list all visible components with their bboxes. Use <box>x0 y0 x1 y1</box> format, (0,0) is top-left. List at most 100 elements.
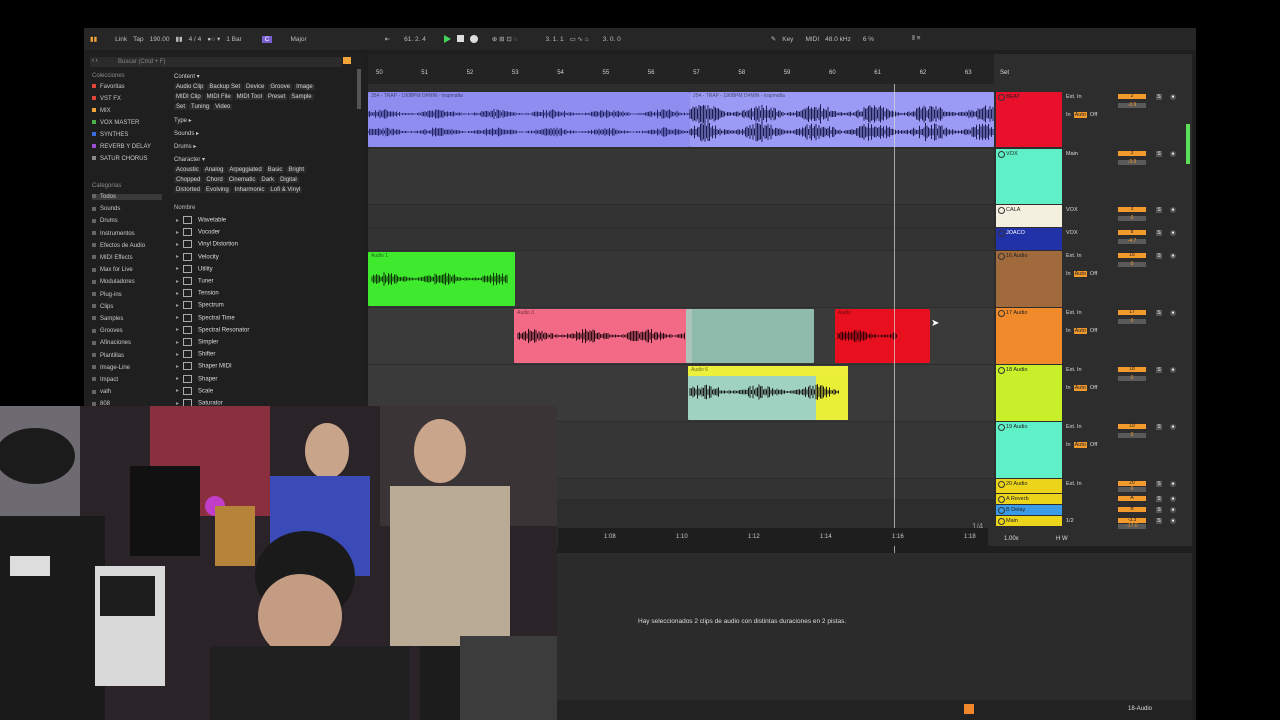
device-item[interactable]: ▸ Utility <box>176 264 213 273</box>
category-item[interactable]: Plug-ins <box>92 292 122 298</box>
arm-button[interactable]: ● <box>1170 367 1176 373</box>
solo-button[interactable]: S <box>1156 424 1162 430</box>
overdub-icon[interactable]: ⊕ ⊞ ⊡ ◌ <box>492 35 518 43</box>
arm-button[interactable]: ● <box>1170 424 1176 430</box>
category-item[interactable]: Grooves <box>92 328 123 334</box>
key-map-button[interactable]: Key <box>782 36 793 43</box>
category-item[interactable]: Efectos de Audio <box>92 243 145 249</box>
play-button[interactable] <box>443 35 451 43</box>
input-select[interactable]: Ext. In <box>1066 424 1082 430</box>
filter-tag[interactable]: Digital <box>278 177 299 183</box>
category-item[interactable]: MIDI Effects <box>92 255 133 261</box>
solo-button[interactable]: S <box>1156 230 1162 236</box>
collection-item[interactable]: Favoritas <box>92 84 125 90</box>
volume-field[interactable]: 17 <box>1118 310 1146 315</box>
category-item[interactable]: Clips <box>92 304 113 310</box>
arm-button[interactable]: ● <box>1170 207 1176 213</box>
collection-item[interactable]: MIX <box>92 108 111 114</box>
input-select[interactable]: Ext. In <box>1066 367 1082 373</box>
monitor-switch[interactable]: In Auto Off <box>1066 112 1097 118</box>
track-header[interactable]: CALA <box>996 205 1062 227</box>
expand-icon[interactable]: ▸ <box>176 388 179 394</box>
track-activator-icon[interactable] <box>998 310 1005 317</box>
volume-field[interactable]: 3 <box>1118 207 1146 212</box>
sounds-filter[interactable]: Sounds ▸ <box>174 130 199 137</box>
loop-length-field[interactable]: 3. 0. 0 <box>603 36 621 43</box>
track-header[interactable]: BEAT <box>996 92 1062 147</box>
volume-field[interactable]: 3 <box>1118 151 1146 156</box>
solo-button[interactable]: S <box>1156 253 1162 259</box>
track-activator-icon[interactable] <box>998 253 1005 260</box>
track-header[interactable]: JOACO <box>996 228 1062 250</box>
signature-field[interactable]: 4 / 4 <box>189 36 202 43</box>
metronome-icon[interactable]: ▮▮ <box>175 35 182 43</box>
volume-field[interactable]: 19 <box>1118 424 1146 429</box>
browser-scrollbar[interactable] <box>357 69 361 109</box>
character-tags-row2[interactable]: Chopped Chord Cinematic Dark Digital <box>174 177 301 183</box>
input-select[interactable]: Ext. In <box>1066 94 1082 100</box>
collection-item[interactable]: VOX MASTER <box>92 120 139 126</box>
track-activator-icon[interactable] <box>998 230 1005 237</box>
zoom-level[interactable]: 1.00x <box>1004 536 1019 542</box>
arm-button[interactable]: ● <box>1170 518 1176 524</box>
arm-button[interactable]: ● <box>1170 310 1176 316</box>
expand-icon[interactable]: ▸ <box>176 315 179 321</box>
filter-tag[interactable]: Bright <box>286 167 307 173</box>
filter-tag[interactable]: Cinematic <box>226 177 258 183</box>
track-activator-icon[interactable] <box>998 207 1005 214</box>
category-item[interactable]: Moduladores <box>92 279 135 285</box>
category-item[interactable]: Drums <box>92 218 118 224</box>
filter-tag[interactable]: Set <box>174 104 188 110</box>
track-activator-icon[interactable] <box>998 424 1005 431</box>
solo-button[interactable]: S <box>1156 496 1162 502</box>
device-item[interactable]: ▸ Spectrum <box>176 301 224 310</box>
device-item[interactable]: ▸ Vinyl Distortion <box>176 240 238 249</box>
input-select[interactable]: VOX <box>1066 230 1078 236</box>
category-item[interactable]: Plantillas <box>92 353 124 359</box>
tap-button[interactable]: Tap <box>133 36 143 43</box>
track-header[interactable]: A Reverb <box>996 494 1062 504</box>
collection-item[interactable]: SYNTHES <box>92 132 128 138</box>
key-select[interactable]: C <box>261 35 273 43</box>
filter-tag[interactable]: Analog <box>202 167 226 173</box>
device-item[interactable]: ▸ Tension <box>176 289 219 298</box>
collection-item[interactable]: SATUR CHORUS <box>92 156 148 162</box>
category-item[interactable]: Image-Line <box>92 365 130 371</box>
category-item[interactable]: valh <box>92 389 111 395</box>
filter-tag[interactable]: Groove <box>268 84 293 90</box>
solo-button[interactable]: S <box>1156 518 1162 524</box>
search-input[interactable]: Buscar (Cmd + F) <box>90 57 342 67</box>
link-button[interactable]: Link <box>115 36 127 43</box>
loop-toggle-icon[interactable]: ▭ ∿ ⌂ <box>570 35 589 43</box>
position-field[interactable]: 61. 2. 4 <box>404 36 426 43</box>
track-activator-icon[interactable] <box>998 151 1005 158</box>
type-filter[interactable]: Type ▸ <box>174 117 192 124</box>
device-item[interactable]: ▸ Wavetable <box>176 216 226 224</box>
content-tags-row1[interactable]: Audio Clip Backup Set Device Groove Image <box>174 84 317 90</box>
input-select[interactable]: Main <box>1066 151 1078 157</box>
input-select[interactable]: VOX <box>1066 207 1078 213</box>
track-header[interactable]: VOX <box>996 149 1062 204</box>
device-item[interactable]: ▸ Spectral Resonator <box>176 325 249 334</box>
monitor-switch[interactable]: In Auto Off <box>1066 385 1097 391</box>
filter-tag[interactable]: Lofi & Vinyl <box>268 187 303 193</box>
input-select[interactable]: Ext. In <box>1066 310 1082 316</box>
volume-field[interactable]: 8 <box>1118 230 1146 235</box>
filter-tag[interactable]: Basic <box>265 167 285 173</box>
track-header[interactable]: 18 Audio <box>996 365 1062 421</box>
expand-icon[interactable]: ▸ <box>176 242 179 248</box>
track-activator-icon[interactable] <box>998 481 1005 488</box>
scale-select[interactable]: Major <box>290 36 306 43</box>
loop-start-field[interactable]: 3. 1. 1 <box>545 36 563 43</box>
track-activator-icon[interactable] <box>998 507 1005 514</box>
drums-filter[interactable]: Drums ▸ <box>174 143 196 150</box>
filter-tag[interactable]: Device <box>244 84 267 90</box>
arm-button[interactable]: ● <box>1170 151 1176 157</box>
category-item[interactable]: Sounds <box>92 206 120 212</box>
track-activator-icon[interactable] <box>998 94 1005 101</box>
device-item[interactable]: ▸ Tuner <box>176 277 213 285</box>
category-item[interactable]: Max for Live <box>92 267 133 273</box>
expand-icon[interactable]: ▸ <box>176 376 179 382</box>
volume-field[interactable]: 18 <box>1118 367 1146 372</box>
expand-icon[interactable]: ▸ <box>176 279 179 285</box>
